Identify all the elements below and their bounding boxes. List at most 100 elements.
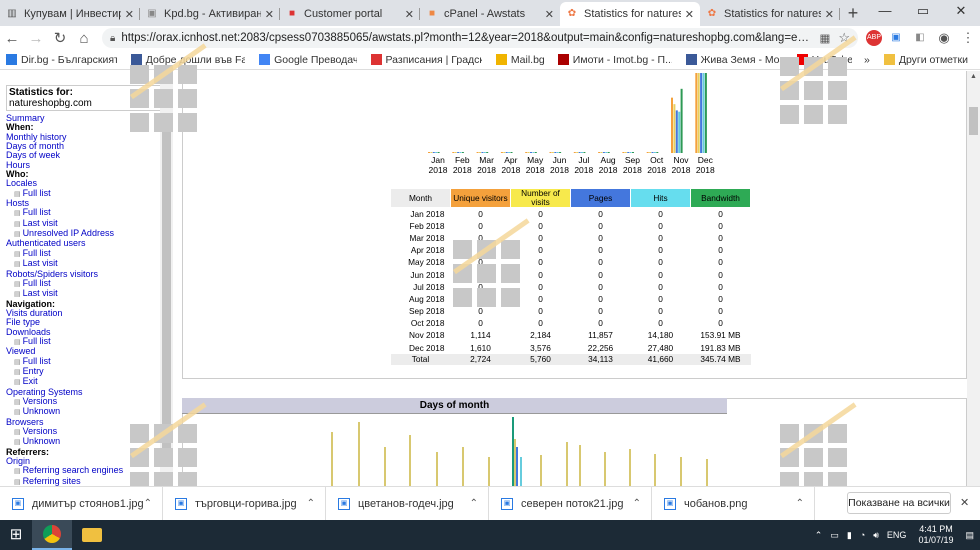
table-cell: Total [390,353,451,365]
bookmark-item[interactable]: Разписания | Градск [365,54,482,66]
month-label-month: Oct [650,155,664,165]
home-icon[interactable]: ⌂ [72,30,96,47]
close-downloads-icon[interactable]: ✕ [960,496,969,509]
main-scrollbar[interactable]: ▲ [967,71,980,486]
lock-icon[interactable]: 🔒︎ [110,33,115,44]
table-row: Sep 2018 0 0 0 0 0 [391,305,751,317]
bookmark-item[interactable]: Google Преводач [253,54,357,66]
bookmark-item[interactable]: Mail.bg [490,54,544,66]
chart-bar [532,152,535,153]
download-item[interactable]: ▣ северен поток21.jpg ⌃ [489,486,652,521]
tab[interactable]: ✿ Statistics for natureshop ✕ [700,2,840,26]
forward-icon[interactable]: → [24,30,48,47]
bookmark-label: Имоти - Imot.bg - П... [572,53,672,66]
reload-icon[interactable]: ↻ [48,29,72,47]
maximize-icon[interactable]: ▭ [904,0,942,22]
image-file-icon: ▣ [12,497,24,510]
table-cell: 0 [658,220,663,231]
table-cell: Dec 2018 [408,342,445,353]
chevron-up-icon[interactable]: ⌃ [144,498,152,509]
download-item[interactable]: ▣ цветанов-годеч.jpg ⌃ [326,486,489,521]
chart-bar [488,457,490,486]
file-explorer-taskbar-icon[interactable] [72,520,112,550]
chart-bar [671,97,673,153]
more-bookmarks-icon[interactable]: » [864,54,870,66]
download-filename: димитър стоянов1.jpg [31,497,144,510]
close-tab-icon[interactable]: ✕ [265,8,274,21]
close-tab-icon[interactable]: ✕ [405,8,414,21]
chrome-taskbar-icon[interactable] [32,520,72,550]
tab[interactable]: ✿ Statistics for natureshop ✕ [560,2,700,26]
wifi-icon[interactable]: ◔ [860,530,865,540]
bookmark-item[interactable]: Dir.bg - Българският [0,54,117,66]
monthly-history-chart [428,73,707,153]
menu-link[interactable]: Last visit [6,288,123,299]
table-cell: 27,480 [647,342,674,353]
back-icon[interactable]: ← [0,30,24,47]
chevron-up-icon[interactable]: ⌃ [470,498,478,509]
chevron-up-icon[interactable]: ⌃ [815,530,823,541]
close-tab-icon[interactable]: ✕ [545,8,554,21]
tab[interactable]: ▥ Купувам | Инвестирам | ✕ [0,2,140,26]
image-file-icon: ▣ [501,497,513,510]
volume-icon[interactable]: 🔊︎ [873,530,879,541]
chart-bar [556,152,559,153]
menu-link[interactable]: Referring sites [6,476,123,486]
month-label-year: 2018 [477,165,497,175]
close-tab-icon[interactable]: ✕ [825,8,834,21]
table-cell: 2,184 [530,330,551,341]
download-filename: търговци-горива.jpg [195,497,297,510]
language-indicator[interactable]: ENG [887,530,907,540]
menu-link[interactable]: Last visit [6,258,123,269]
month-label: Aug 2018 [596,155,620,175]
table-cell: 0 [658,208,663,219]
download-item[interactable]: ▣ чобанов.png ⌃ [652,486,815,521]
close-tab-icon[interactable]: ✕ [685,8,694,21]
extension-icon[interactable]: ▣ [886,30,906,46]
download-item[interactable]: ▣ димитър стоянов1.jpg ⌃ [0,486,163,521]
chart-bar [697,73,700,153]
table-row: Mar 2018 0 0 0 0 0 [391,232,751,244]
month-label-year: 2018 [525,165,545,175]
show-all-downloads-button[interactable]: Показване на всички [847,492,951,514]
new-tab-button[interactable]: + [840,2,866,26]
chart-bar [629,449,631,486]
bookmark-item[interactable]: Имоти - Imot.bg - П... [552,54,672,66]
chart-bar [627,152,630,153]
close-window-icon[interactable]: ✕ [942,0,980,22]
clock[interactable]: 4:41 PM 01/07/19 [918,524,953,546]
bookmark-label: Dir.bg - Българският [21,53,117,66]
adblock-icon[interactable]: ABP [866,30,882,46]
close-tab-icon[interactable]: ✕ [125,8,134,21]
tab[interactable]: ■ Customer portal ✕ [280,2,420,26]
battery-icon[interactable]: ▮ [847,530,852,541]
month-label-month: May [527,155,544,165]
network-icon[interactable]: ▭ [830,530,839,541]
extension-icon[interactable]: ◧ [910,30,930,46]
chevron-up-icon[interactable]: ⌃ [307,498,315,509]
table-cell: 0 [718,281,723,292]
translate-icon[interactable]: ▦ [819,31,830,45]
avatar[interactable]: ◉ [934,30,954,46]
chart-bar [481,152,484,153]
other-bookmarks[interactable]: Други отметки [878,54,968,66]
tab[interactable]: ▣ Kpd.bg - Активиране на ✕ [140,2,280,26]
address-bar[interactable]: 🔒︎ https://orax.icnhost.net:2083/cpsess0… [102,28,858,48]
windows-start-icon[interactable]: ⊞ [0,520,32,550]
chart-bar [646,152,649,153]
chevron-up-icon[interactable]: ⌃ [633,498,641,509]
chevron-up-icon[interactable]: ⌃ [796,498,804,509]
menu-icon[interactable]: ⋮ [958,30,978,46]
table-cell: 0 [598,208,603,219]
month-label: Oct 2018 [645,155,669,175]
bookmark-favicon-icon [6,54,17,65]
table-cell: 0 [718,208,723,219]
download-item[interactable]: ▣ търговци-горива.jpg ⌃ [163,486,326,521]
chart-bar [622,152,625,153]
notifications-icon[interactable]: ▤ [965,530,974,541]
bookmark-item[interactable]: Жива Земя - Mos [680,54,783,66]
minimize-icon[interactable]: — [866,0,904,22]
month-label-month: Jan [431,155,445,165]
chart-bar [457,152,460,153]
tab[interactable]: ■ cPanel - Awstats ✕ [420,2,560,26]
